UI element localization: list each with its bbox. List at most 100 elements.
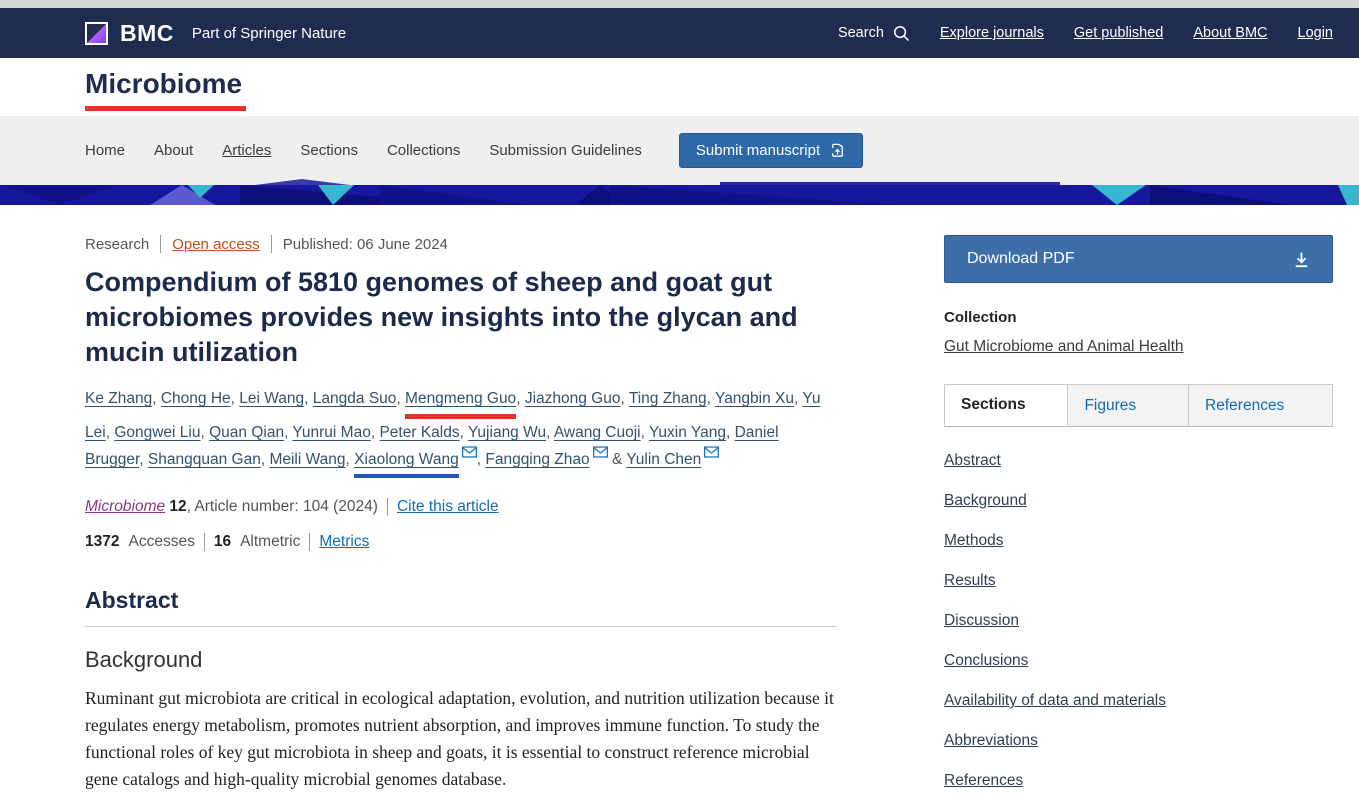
author-wrap: Fangqing Zhao [485, 451, 589, 468]
author-wrap: Ting Zhang [629, 390, 707, 407]
author-wrap: Awang Cuoji [554, 424, 641, 441]
author-wrap: Ke Zhang [85, 390, 152, 407]
author-link-lei-wang[interactable]: Lei Wang [239, 390, 304, 407]
header-link-get-published[interactable]: Get published [1074, 25, 1163, 41]
journal-nav-bar: Home About Articles Sections Collections Subm… [0, 116, 1359, 185]
article-main: Research Open access Published: 06 June … [85, 235, 837, 793]
altmetric-label: Altmetric [240, 533, 300, 551]
divider [271, 235, 272, 253]
author-link-yulin-chen[interactable]: Yulin Chen [626, 451, 701, 468]
search-icon [893, 25, 910, 42]
header-link-explore-journals[interactable]: Explore journals [940, 25, 1044, 41]
author-link-ting-zhang[interactable]: Ting Zhang [629, 390, 707, 407]
bmc-logo-text: BMC [120, 20, 174, 47]
header-link-login[interactable]: Login [1298, 25, 1333, 41]
site-header: BMC Part of Springer Nature Search Explo… [0, 8, 1359, 58]
author-link-jiazhong-guo[interactable]: Jiazhong Guo [525, 390, 621, 407]
metrics-link[interactable]: Metrics [319, 533, 369, 551]
section-link-discussion[interactable]: Discussion [944, 611, 1019, 630]
manuscript-upload-icon [829, 142, 846, 159]
author-wrap: Xiaolong Wang [354, 446, 459, 478]
nav-item-home[interactable]: Home [85, 142, 125, 159]
section-links: Abstract Background Methods Results Discussi… [944, 451, 1333, 790]
section-link-results[interactable]: Results [944, 571, 996, 590]
submit-manuscript-label: Submit manuscript [696, 142, 820, 159]
nav-item-collections[interactable]: Collections [387, 142, 460, 159]
cite-this-article-link[interactable]: Cite this article [397, 498, 499, 516]
author-wrap: Shangquan Gan [148, 451, 261, 468]
author-wrap: Lei Wang [239, 390, 304, 407]
article-type: Research [85, 236, 149, 253]
bmc-brand[interactable]: BMC Part of Springer Nature [85, 20, 346, 47]
author-link-yuxin-yang[interactable]: Yuxin Yang [649, 424, 726, 441]
journal-citation-link[interactable]: Microbiome [85, 498, 165, 515]
tab-sections[interactable]: Sections [944, 384, 1068, 426]
author-link-peter-kalds[interactable]: Peter Kalds [379, 424, 459, 441]
author-link-mengmeng-guo[interactable]: Mengmeng Guo [405, 390, 516, 407]
author-wrap: Yunrui Mao [292, 424, 370, 441]
author-link-xiaolong-wang[interactable]: Xiaolong Wang [354, 451, 459, 468]
section-link-references[interactable]: References [944, 771, 1023, 790]
author-link-yunrui-mao[interactable]: Yunrui Mao [292, 424, 370, 441]
section-link-abbreviations[interactable]: Abbreviations [944, 731, 1038, 750]
page-content: Research Open access Published: 06 June … [85, 205, 1333, 793]
journal-home-link[interactable]: Microbiome [85, 68, 246, 111]
background-paragraph: Ruminant gut microbiota are critical in … [85, 685, 837, 793]
download-pdf-label: Download PDF [967, 250, 1075, 268]
decorative-banner [0, 185, 1359, 205]
author-link-fangqing-zhao[interactable]: Fangqing Zhao [485, 451, 589, 468]
sidebar-tabs: SectionsFiguresReferences [944, 384, 1333, 427]
section-link-conclusions[interactable]: Conclusions [944, 651, 1028, 670]
header-link-about-bmc[interactable]: About BMC [1193, 25, 1267, 41]
article-sidebar: Download PDF Collection Gut Microbiome a… [944, 235, 1333, 793]
collection-link[interactable]: Gut Microbiome and Animal Health [944, 338, 1184, 356]
nav-item-sections[interactable]: Sections [300, 142, 358, 159]
section-link-availability-of-data-and-materials[interactable]: Availability of data and materials [944, 691, 1166, 710]
author-link-yujiang-wu[interactable]: Yujiang Wu [468, 424, 546, 441]
author-link-quan-qian[interactable]: Quan Qian [209, 424, 284, 441]
collection-label: Collection [944, 309, 1333, 326]
author-wrap: Yuxin Yang [649, 424, 726, 441]
nav-item-submission-guidelines[interactable]: Submission Guidelines [489, 142, 642, 159]
open-access-link[interactable]: Open access [172, 236, 260, 253]
springer-nature-tagline: Part of Springer Nature [192, 25, 346, 42]
journal-band: Microbiome [0, 58, 1359, 116]
accesses-count: 1372 [85, 533, 119, 551]
author-link-awang-cuoji[interactable]: Awang Cuoji [554, 424, 641, 441]
tab-figures[interactable]: Figures [1068, 384, 1189, 426]
tab-references[interactable]: References [1189, 384, 1333, 426]
envelope-icon[interactable] [704, 446, 719, 458]
section-link-background[interactable]: Background [944, 491, 1027, 510]
author-link-chong-he[interactable]: Chong He [161, 390, 231, 407]
download-icon [1293, 251, 1310, 268]
author-wrap: Yangbin Xu [715, 390, 794, 407]
altmetric-count: 16 [214, 533, 231, 551]
author-wrap: Meili Wang [269, 451, 345, 468]
submit-manuscript-button[interactable]: Submit manuscript [679, 133, 863, 168]
author-wrap: Yulin Chen [626, 451, 701, 468]
abstract-divider [85, 626, 837, 627]
envelope-icon[interactable] [593, 446, 608, 458]
author-wrap: Quan Qian [209, 424, 284, 441]
banner-pattern [0, 179, 1359, 205]
author-wrap: Langda Suo [313, 390, 397, 407]
nav-item-about[interactable]: About [154, 142, 193, 159]
search-button[interactable]: Search [838, 25, 910, 42]
volume-number: 12 [169, 498, 186, 515]
authors-list: Ke Zhang, Chong He, Lei Wang, Langda Suo… [85, 385, 837, 478]
divider [204, 533, 205, 551]
download-pdf-button[interactable]: Download PDF [944, 235, 1333, 283]
author-wrap: Yujiang Wu [468, 424, 546, 441]
envelope-icon[interactable] [462, 446, 477, 458]
author-link-ke-zhang[interactable]: Ke Zhang [85, 390, 152, 407]
search-label: Search [838, 25, 884, 41]
section-link-abstract[interactable]: Abstract [944, 451, 1001, 470]
section-link-methods[interactable]: Methods [944, 531, 1003, 550]
author-link-meili-wang[interactable]: Meili Wang [269, 451, 345, 468]
author-link-langda-suo[interactable]: Langda Suo [313, 390, 397, 407]
author-link-yangbin-xu[interactable]: Yangbin Xu [715, 390, 794, 407]
browser-chrome-strip [0, 0, 1359, 8]
author-link-gongwei-liu[interactable]: Gongwei Liu [114, 424, 200, 441]
author-link-shangquan-gan[interactable]: Shangquan Gan [148, 451, 261, 468]
nav-item-articles[interactable]: Articles [222, 142, 271, 159]
